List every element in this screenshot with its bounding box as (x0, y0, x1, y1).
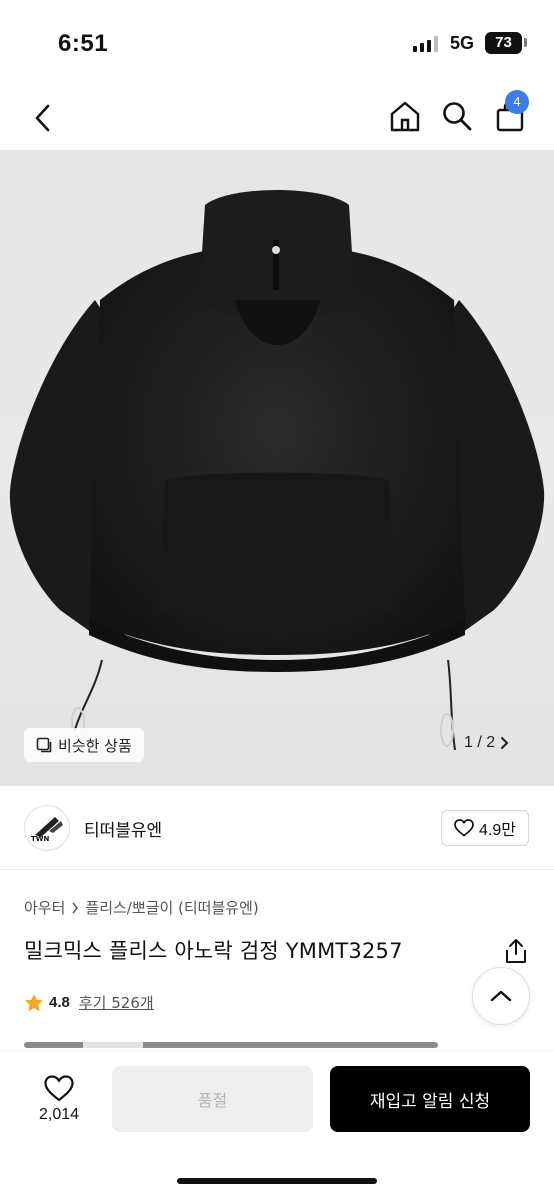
network-type: 5G (450, 33, 475, 53)
gallery-progress-bar (24, 1042, 438, 1048)
image-pager[interactable]: 1 / 2 (464, 734, 509, 752)
scroll-to-top-button[interactable] (472, 967, 530, 1025)
brand-name[interactable]: 티떠블유엔 (84, 816, 162, 841)
top-nav (0, 88, 554, 150)
similar-products-button[interactable]: 비슷한 상품 (24, 728, 144, 762)
search-button[interactable] (438, 94, 476, 138)
status-bar: 6:51 5G 73 (0, 0, 554, 88)
signal-icon (413, 36, 439, 52)
chevron-right-icon (72, 902, 79, 913)
star-icon (25, 993, 43, 1011)
share-icon (506, 939, 526, 963)
search-icon (443, 102, 472, 131)
heart-icon (44, 1074, 74, 1101)
home-icon (390, 101, 420, 132)
battery-tip (524, 38, 527, 47)
similar-items-icon (36, 737, 52, 753)
brand-like-button[interactable]: 4.9만 (441, 810, 529, 846)
fleece-anorak-image (9, 190, 545, 751)
brand-logo-mark: TWN (31, 817, 63, 843)
brand-like-count: 4.9만 (479, 822, 516, 839)
similar-products-label: 비슷한 상품 (58, 736, 132, 755)
breadcrumb-item[interactable]: 플리스/뽀글이 (티떠블유엔) (85, 897, 258, 918)
battery-icon: 73 (485, 32, 522, 54)
status-time: 6:51 (58, 30, 109, 57)
gallery-progress-indicator (83, 1042, 143, 1048)
chevron-up-icon (490, 990, 512, 1002)
chevron-right-icon (501, 737, 509, 749)
rating-row: 4.8 후기 526개 (24, 992, 154, 1013)
product-title: 밀크믹스 플리스 아노락 검정 YMMT3257 (24, 939, 403, 963)
restock-alert-button[interactable]: 재입고 알림 신청 (330, 1066, 530, 1132)
brand-row[interactable]: TWN 티떠블유엔 4.9만 (0, 786, 554, 870)
brand-logo-text: TWN (31, 835, 49, 843)
home-indicator (177, 1178, 377, 1184)
review-link[interactable]: 후기 526개 (79, 992, 154, 1013)
wishlist-count: 2,014 (38, 1105, 80, 1123)
wishlist-button[interactable]: 2,014 (24, 1066, 94, 1132)
cart-count-badge: 4 (505, 90, 529, 114)
image-pager-text: 1 / 2 (464, 734, 496, 751)
chevron-left-icon (35, 104, 50, 132)
brand-logo[interactable]: TWN (24, 805, 70, 851)
breadcrumb-item[interactable]: 아우터 (24, 897, 65, 918)
soldout-button[interactable]: 품절 (112, 1066, 313, 1132)
back-button[interactable] (26, 96, 60, 140)
heart-icon (454, 819, 474, 837)
product-image[interactable] (0, 150, 554, 786)
rating-value: 4.8 (49, 994, 70, 1011)
share-button[interactable] (503, 936, 529, 966)
breadcrumb: 아우터 플리스/뽀글이 (티떠블유엔) (24, 897, 259, 918)
home-button[interactable] (385, 94, 425, 138)
